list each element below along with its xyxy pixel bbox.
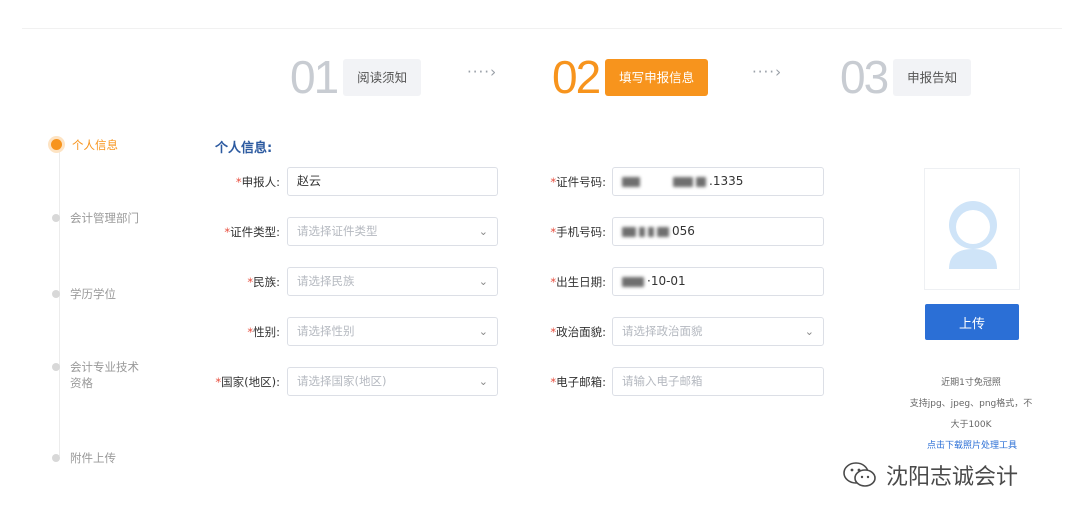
sidenav-item-label: 会计专业技术资格 bbox=[70, 360, 139, 390]
chevron-down-icon: ⌄ bbox=[478, 375, 488, 388]
step-3-label: 申报告知 bbox=[893, 58, 972, 96]
redacted-mark bbox=[622, 176, 640, 187]
political-placeholder: 请选择政治面貌 bbox=[622, 324, 703, 338]
sidenav-item-accounting-dept[interactable]: 会计管理部门 bbox=[52, 210, 150, 226]
gender-label: *性别: bbox=[247, 325, 280, 339]
birth-date-label: *出生日期: bbox=[550, 275, 606, 289]
sidenav-item-personal-info[interactable]: 个人信息 bbox=[51, 137, 152, 153]
photo-hint-size: 近期1寸免冠照 bbox=[941, 378, 1001, 388]
sidenav-item-label: 个人信息 bbox=[72, 138, 118, 152]
id-number-label: *证件号码: bbox=[550, 175, 606, 189]
chevron-down-icon: ⌄ bbox=[478, 225, 488, 238]
phone-label: *手机号码: bbox=[550, 225, 606, 239]
dot-icon bbox=[52, 454, 60, 462]
political-select[interactable]: 请选择政治面貌 ⌄ bbox=[612, 317, 824, 346]
applicant-label: *申报人: bbox=[235, 175, 280, 189]
sidenav-track bbox=[59, 148, 60, 456]
redacted-mark bbox=[622, 276, 644, 287]
id-type-placeholder: 请选择证件类型 bbox=[297, 224, 378, 238]
country-label: *国家(地区): bbox=[215, 375, 280, 389]
sidenav-item-qualification[interactable]: 会计专业技术资格 bbox=[52, 359, 150, 391]
gender-select[interactable]: 请选择性别 ⌄ bbox=[287, 317, 498, 346]
birth-date-value: ·10-01 bbox=[647, 274, 686, 288]
watermark-text: 沈阳志诚会计 bbox=[886, 465, 1019, 490]
watermark: 沈阳志诚会计 bbox=[842, 459, 1018, 491]
redacted-mark bbox=[622, 226, 636, 237]
step-1-label: 阅读须知 bbox=[343, 58, 422, 96]
photo-hint-limit: 大于100K bbox=[950, 420, 992, 430]
dot-icon bbox=[52, 363, 60, 371]
sidenav-item-label: 学历学位 bbox=[70, 287, 116, 301]
phone-field[interactable]: 056 bbox=[612, 217, 824, 246]
country-placeholder: 请选择国家(地区) bbox=[297, 374, 387, 388]
top-divider bbox=[22, 28, 1062, 29]
step-1-number: 01 bbox=[290, 51, 339, 103]
step-1: 01 阅读须知 bbox=[290, 51, 422, 103]
political-label: *政治面貌: bbox=[550, 325, 606, 339]
id-type-label: *证件类型: bbox=[224, 225, 280, 239]
id-number-value: .1335 bbox=[709, 174, 744, 188]
email-field[interactable]: 请输入电子邮箱 bbox=[612, 367, 824, 396]
email-placeholder: 请输入电子邮箱 bbox=[622, 374, 703, 388]
gender-placeholder: 请选择性别 bbox=[297, 324, 355, 338]
chevron-down-icon: ⌄ bbox=[804, 325, 814, 338]
applicant-field[interactable]: 赵云 bbox=[287, 167, 498, 196]
dot-icon bbox=[52, 290, 60, 298]
sidenav-item-attachments[interactable]: 附件上传 bbox=[52, 450, 150, 466]
photo-preview bbox=[924, 168, 1020, 290]
step-3: 03 申报告知 bbox=[840, 51, 972, 103]
step-2: 02 填写申报信息 bbox=[552, 51, 709, 103]
sidenav-item-label: 会计管理部门 bbox=[70, 211, 139, 225]
photo-hint-format: 支持jpg、jpeg、png格式，不 bbox=[909, 399, 1033, 409]
phone-value: 056 bbox=[672, 224, 695, 238]
birth-date-field[interactable]: ·10-01 bbox=[612, 267, 824, 296]
wechat-icon bbox=[843, 462, 876, 487]
ethnicity-select[interactable]: 请选择民族 ⌄ bbox=[287, 267, 498, 296]
avatar-icon bbox=[949, 201, 997, 269]
step-2-label: 填写申报信息 bbox=[605, 58, 709, 96]
country-select[interactable]: 请选择国家(地区) ⌄ bbox=[287, 367, 498, 396]
section-title: 个人信息: bbox=[215, 141, 273, 156]
step-arrow-2: ····› bbox=[752, 63, 783, 81]
email-label: *电子邮箱: bbox=[550, 375, 606, 389]
ethnicity-placeholder: 请选择民族 bbox=[297, 274, 355, 288]
step-arrow-1: ····› bbox=[467, 63, 498, 81]
step-3-number: 03 bbox=[840, 51, 889, 103]
upload-button[interactable]: 上传 bbox=[925, 304, 1019, 340]
applicant-value: 赵云 bbox=[297, 174, 322, 188]
sidenav-item-label: 附件上传 bbox=[70, 451, 116, 465]
id-type-select[interactable]: 请选择证件类型 ⌄ bbox=[287, 217, 498, 246]
dot-icon bbox=[52, 214, 60, 222]
chevron-down-icon: ⌄ bbox=[478, 275, 488, 288]
active-dot-icon bbox=[51, 139, 62, 150]
sidenav-item-education[interactable]: 学历学位 bbox=[52, 286, 150, 302]
id-number-field[interactable]: .1335 bbox=[612, 167, 824, 196]
download-tool-link[interactable]: 点击下载照片处理工具 bbox=[901, 438, 1043, 451]
chevron-down-icon: ⌄ bbox=[478, 325, 488, 338]
ethnicity-label: *民族: bbox=[247, 275, 280, 289]
step-2-number: 02 bbox=[552, 51, 601, 103]
